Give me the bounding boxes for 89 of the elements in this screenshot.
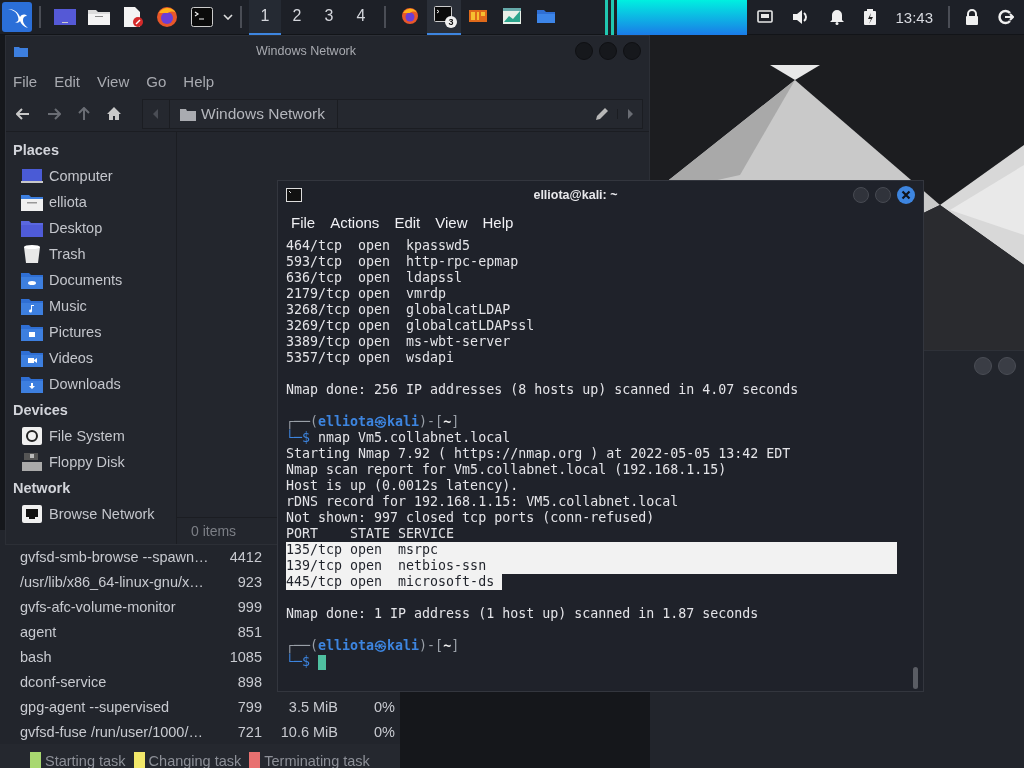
menu-item[interactable]: Actions: [330, 214, 380, 231]
prompt-frame: )-[: [419, 638, 444, 654]
terminal-output: 445/tcp open microsoft-ds: [286, 574, 503, 590]
terminal-output: Nmap done: 1 IP address (1 host up) scanned in 1.87 seconds: [286, 606, 759, 622]
command-text: nmap Vm5.collabnet.local: [318, 430, 511, 446]
prompt-frame: ┌──(: [286, 414, 319, 430]
cpu-usage: 0%: [373, 723, 395, 740]
terminal-output: Starting Nmap 7.92 ( https://nmap.org ) at 2022-05-05 13:42 EDT: [286, 446, 791, 462]
sidebar-item[interactable]: File System: [49, 428, 125, 444]
menu-item[interactable]: Help: [482, 214, 514, 231]
sidebar-item[interactable]: Trash: [49, 246, 86, 262]
workspace-button[interactable]: 3: [313, 0, 345, 35]
process-id: 721: [236, 723, 262, 740]
prompt-symbol: └─$: [286, 654, 311, 670]
process-id: 851: [236, 623, 262, 640]
sidebar-item[interactable]: Computer: [49, 168, 113, 184]
window-title: Windows Network: [255, 44, 357, 58]
process-name: gvfsd-fuse /run/user/1000/…: [20, 723, 204, 740]
process-id: 4412: [228, 548, 262, 565]
prompt-frame: )-[: [419, 414, 444, 430]
process-name: bash: [20, 648, 53, 665]
terminal-output: 3389/tcp open ms-wbt-server: [286, 334, 511, 350]
terminal-output: Nmap scan report for Vm5.collabnet.local (192.168.1.15): [286, 462, 727, 478]
process-id: 1085: [228, 648, 262, 665]
menu-item[interactable]: Edit: [54, 72, 81, 90]
sidebar-item[interactable]: Browse Network: [49, 506, 155, 522]
workspace-button[interactable]: 2: [281, 0, 313, 35]
menu-item[interactable]: Help: [183, 72, 215, 90]
menu-item[interactable]: Edit: [394, 214, 421, 231]
process-name: agent: [20, 623, 58, 640]
location-bar[interactable]: Windows Network: [142, 98, 643, 129]
terminal-output: 464/tcp open kpasswd5: [286, 238, 471, 254]
memory-usage: 10.6 MiB: [279, 723, 338, 740]
sidebar-item[interactable]: Videos: [49, 350, 94, 366]
terminal-output: Host is up (0.0012s latency).: [286, 478, 519, 494]
terminal-output: 139/tcp open netbios-ssn: [286, 558, 897, 574]
prompt-frame: ┌──(: [286, 638, 319, 654]
sidebar-item[interactable]: Music: [49, 298, 87, 314]
process-id: 923: [236, 573, 262, 590]
terminal-output: PORT STATE SERVICE: [286, 526, 455, 542]
terminal-output: 636/tcp open ldapssl: [286, 270, 463, 286]
prompt-frame: ]: [451, 638, 460, 654]
status-text: 0 items: [191, 523, 237, 539]
prompt-symbol: └─$: [286, 430, 311, 446]
terminal-output: Not shown: 997 closed tcp ports (conn-refused): [286, 510, 655, 526]
menu-item[interactable]: Go: [146, 72, 167, 90]
prompt-directory: ~: [443, 638, 452, 654]
menu-item[interactable]: File: [13, 72, 38, 90]
process-name: /usr/lib/x86_64-linux-gnu/x…: [20, 573, 205, 590]
terminal-output: rDNS record for 192.168.1.15: VM5.collabnet.local: [286, 494, 679, 510]
terminal-output: 2179/tcp open vmrdp: [286, 286, 447, 302]
terminal-output: 5357/tcp open wsdapi: [286, 350, 455, 366]
process-id: 898: [236, 673, 262, 690]
section-heading: Devices: [12, 401, 69, 420]
cpu-usage: 0%: [373, 698, 395, 715]
process-id: 799: [236, 698, 262, 715]
menu-item[interactable]: File: [291, 214, 316, 231]
prompt-frame: ]: [451, 414, 460, 430]
workspace-button[interactable]: 4: [345, 0, 377, 35]
terminal-output: Nmap done: 256 IP addresses (8 hosts up) scanned in 4.07 seconds: [286, 382, 799, 398]
terminal-output: 3269/tcp open globalcatLDAPssl: [286, 318, 535, 334]
sidebar-item[interactable]: Documents: [49, 272, 123, 288]
sidebar-item[interactable]: Desktop: [49, 220, 103, 236]
section-heading: Network: [12, 479, 72, 498]
prompt-user: elliota㉿kali: [318, 638, 420, 653]
menu-item[interactable]: View: [97, 72, 130, 90]
sidebar-item[interactable]: Pictures: [49, 324, 102, 340]
window-title: elliota@kali: ~: [532, 188, 619, 202]
process-name: gvfsd-smb-browse --spawn…: [20, 548, 210, 565]
process-id: 999: [236, 598, 262, 615]
path-label: Windows Network: [201, 104, 326, 123]
sidebar-item[interactable]: Downloads: [49, 376, 121, 392]
sidebar-item[interactable]: elliota: [49, 194, 87, 210]
workspace-button[interactable]: 1: [249, 0, 281, 35]
terminal-output: 135/tcp open msrpc: [286, 542, 897, 558]
section-heading: Places: [12, 141, 60, 160]
sidebar-item[interactable]: Floppy Disk: [49, 454, 125, 470]
memory-usage: 3.5 MiB: [287, 698, 338, 715]
path-button[interactable]: Windows Network: [169, 99, 339, 128]
menu-item[interactable]: View: [435, 214, 468, 231]
process-name: gpg-agent --supervised: [20, 698, 171, 715]
process-name: dconf-service: [20, 673, 108, 690]
prompt-directory: ~: [443, 414, 452, 430]
process-name: gvfs-afc-volume-monitor: [20, 598, 177, 615]
clock[interactable]: 13:43: [895, 8, 933, 26]
taskbar-window-button[interactable]: 3: [427, 0, 461, 35]
terminal-output: 3268/tcp open globalcatLDAP: [286, 302, 511, 318]
terminal-output: 593/tcp open http-rpc-epmap: [286, 254, 519, 270]
prompt-user: elliota㉿kali: [318, 414, 420, 429]
